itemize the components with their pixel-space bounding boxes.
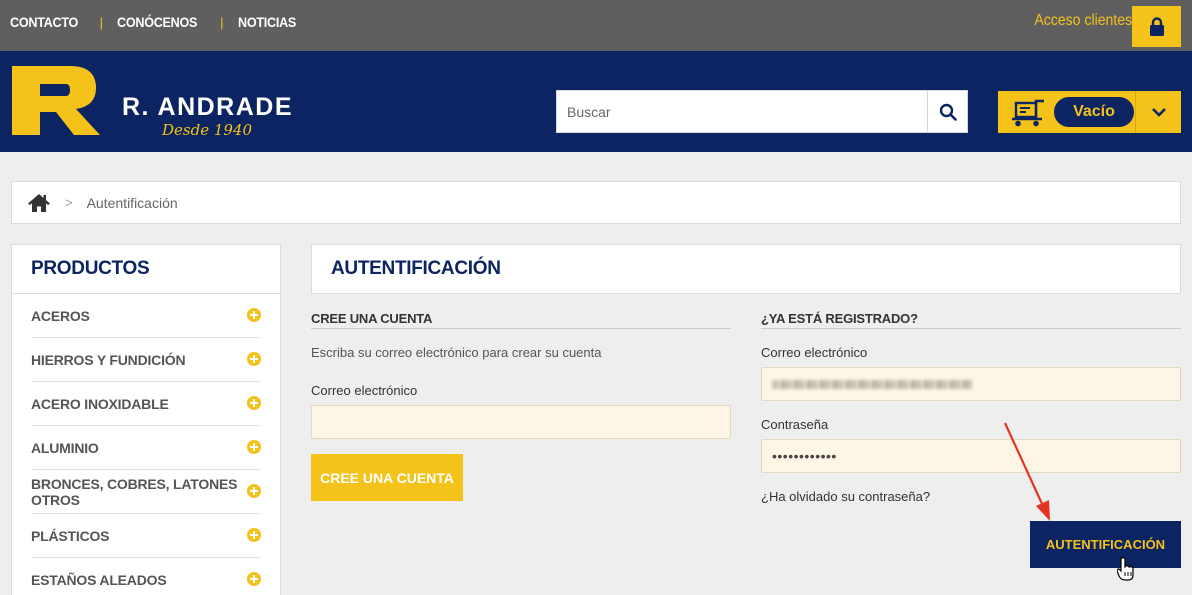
customer-access-button[interactable] [1132,6,1181,47]
chevron-down-icon [1151,108,1166,117]
breadcrumb-separator: > [65,195,73,210]
sidebar-item-acero-inoxidable[interactable]: ACERO INOXIDABLE [31,382,261,426]
breadcrumb: > Autentificación [11,181,1181,224]
sidebar-item-label: ACEROS [31,307,90,324]
search-icon [939,103,957,121]
sidebar-item-aluminio[interactable]: ALUMINIO [31,426,261,470]
login-email-label: Correo electrónico [761,345,868,360]
sidebar-item-bronces[interactable]: BRONCES, COBRES, LATONES OTROS [31,470,261,514]
search-input[interactable] [557,91,927,132]
breadcrumb-home-link[interactable] [27,193,51,213]
brand-logo[interactable]: R. ANDRADE Desde 1940 [12,66,302,139]
forgot-password-link[interactable]: ¿Ha olvidado su contraseña? [761,489,930,504]
nav-link-contacto[interactable]: CONTACTO [10,14,78,30]
sidebar-item-plasticos[interactable]: PLÁSTICOS [31,514,261,558]
cart-dropdown-toggle[interactable] [1136,91,1181,133]
sidebar-item-estanos[interactable]: ESTAÑOS ALEADOS [31,558,261,595]
sidebar-item-aceros[interactable]: ACEROS [31,294,261,338]
login-submit-button[interactable]: AUTENTIFICACIÓN [1030,521,1181,568]
expand-plus-icon[interactable] [247,528,261,542]
nav-link-noticias[interactable]: NOTICIAS [238,14,296,30]
create-account-hint: Escriba su correo electrónico para crear… [311,345,602,360]
create-account-section: CREE UNA CUENTA [311,311,731,329]
search-box [556,90,968,133]
top-nav: CONTACTO | CONÓCENOS | NOTICIAS [10,0,302,44]
create-account-button[interactable]: CREE UNA CUENTA [311,454,463,501]
hand-cursor-icon [1117,557,1134,581]
top-bar: CONTACTO | CONÓCENOS | NOTICIAS Acceso c… [0,0,1192,51]
home-icon [28,193,50,212]
cart-status-badge: Vacío [1054,97,1134,127]
r-monogram-icon [12,66,100,135]
customer-access-link[interactable]: Acceso clientes [1034,12,1132,30]
site-header: R. ANDRADE Desde 1940 Vacío [0,51,1192,152]
expand-plus-icon[interactable] [247,484,261,498]
nav-link-conocenos[interactable]: CONÓCENOS [117,14,197,30]
cart-trolley-icon [1012,99,1044,127]
expand-plus-icon[interactable] [247,396,261,410]
brand-name: R. ANDRADE [122,93,294,121]
sidebar-item-label: ESTAÑOS ALEADOS [31,571,167,588]
expand-plus-icon[interactable] [247,352,261,366]
nav-separator: | [220,14,224,30]
sidebar-item-label: BRONCES, COBRES, LATONES OTROS [31,475,238,508]
expand-plus-icon[interactable] [247,440,261,454]
login-email-field[interactable] [761,367,1181,401]
brand-tagline: Desde 1940 [162,121,253,139]
breadcrumb-current: Autentificación [86,194,178,211]
sidebar-item-label: HIERROS Y FUNDICIÓN [31,351,186,368]
nav-separator: | [99,14,104,30]
sidebar-title: PRODUCTOS [12,245,280,294]
search-button[interactable] [927,91,967,132]
login-section: ¿YA ESTÁ REGISTRADO? [761,311,1181,329]
products-sidebar: PRODUCTOS ACEROS HIERROS Y FUNDICIÓN ACE… [11,244,281,595]
create-account-heading: CREE UNA CUENTA [311,311,731,329]
redacted-email-blur [772,379,972,389]
create-email-field[interactable] [311,405,731,439]
password-field[interactable]: •••••••••••• [761,439,1181,473]
create-email-label: Correo electrónico [311,383,418,398]
page-title: AUTENTIFICACIÓN [311,244,1181,294]
sidebar-item-label: ACERO INOXIDABLE [31,395,169,412]
lock-icon [1149,16,1164,36]
expand-plus-icon[interactable] [247,308,261,322]
sidebar-item-label: PLÁSTICOS [31,527,110,544]
sidebar-item-label: ALUMINIO [31,439,99,456]
login-heading: ¿YA ESTÁ REGISTRADO? [761,311,1181,329]
sidebar-item-hierros[interactable]: HIERROS Y FUNDICIÓN [31,338,261,382]
password-label: Contraseña [761,417,829,432]
expand-plus-icon[interactable] [247,572,261,586]
cart-widget[interactable]: Vacío [998,91,1181,133]
